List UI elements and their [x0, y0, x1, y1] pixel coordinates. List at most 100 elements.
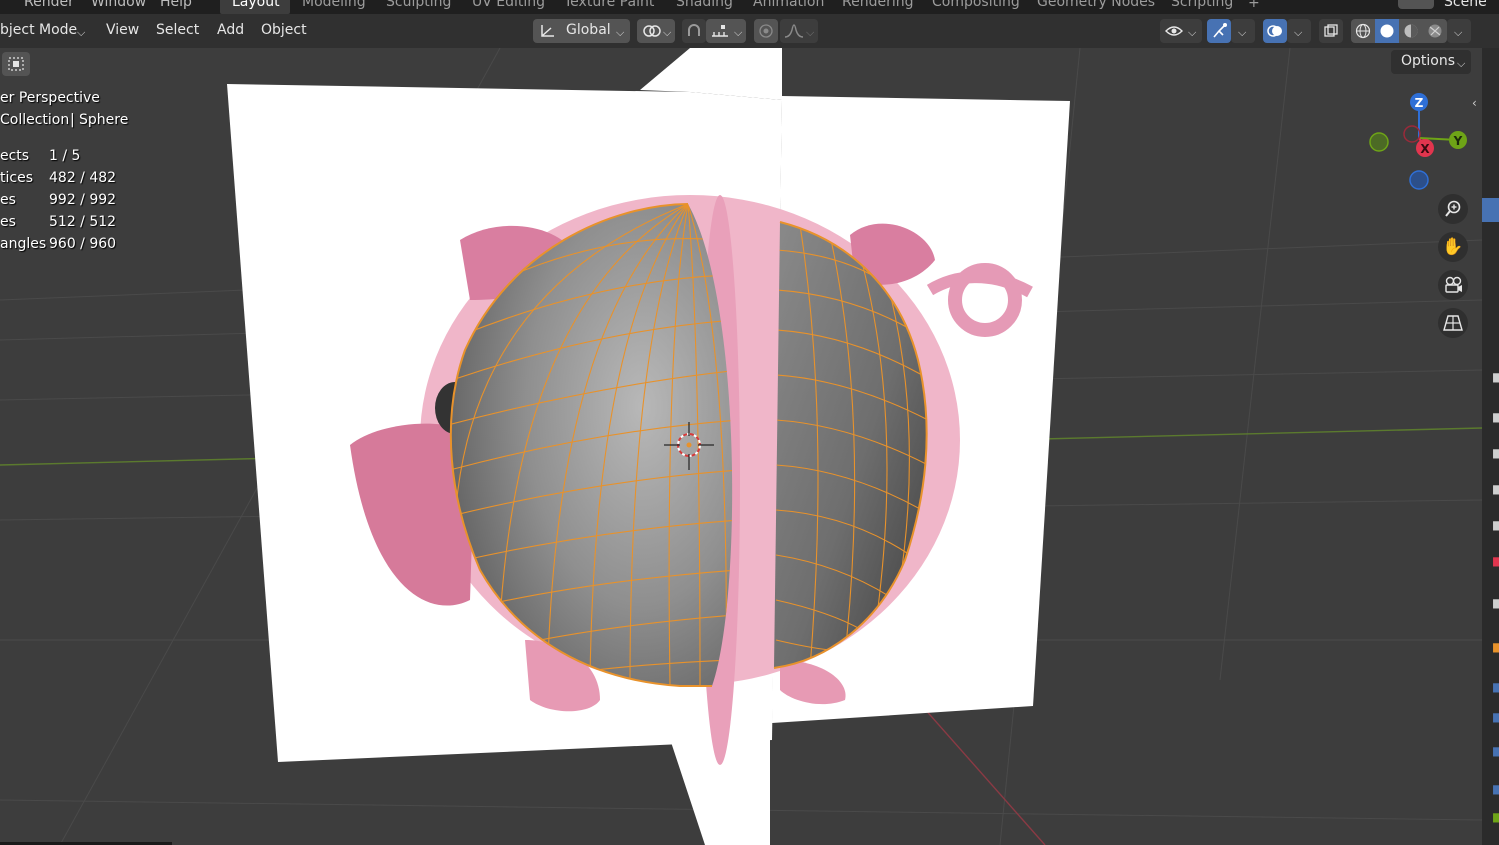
transform-orientation-dropdown[interactable]: Global ⌵ — [533, 19, 630, 43]
pivot-point-dropdown[interactable]: ⌵ — [637, 19, 675, 43]
tab-geometry-nodes[interactable]: Geometry Nodes — [1037, 0, 1155, 10]
tab-scripting[interactable]: Scripting — [1171, 0, 1233, 10]
camera-view-button[interactable] — [1438, 270, 1468, 300]
menu-window[interactable]: Window — [91, 0, 146, 10]
orientation-axes-icon — [541, 25, 554, 37]
chevron-down-icon: ⌵ — [77, 26, 86, 39]
snap-target-dropdown[interactable]: ⌵ — [706, 19, 746, 43]
stat-value: 960 / 960 — [49, 236, 117, 252]
snap-increment-icon — [712, 25, 728, 37]
output-icon[interactable]: ■ — [1492, 782, 1499, 796]
tab-rendering[interactable]: Rendering — [842, 0, 914, 10]
visibility-dropdown[interactable]: ⌵ — [1160, 19, 1202, 43]
snap-toggle-button[interactable] — [682, 19, 706, 43]
object-data-icon[interactable]: ■ — [1492, 410, 1499, 424]
shading-mode-group — [1351, 19, 1447, 43]
shading-dropdown[interactable]: ⌵ — [1447, 19, 1471, 43]
constraints-icon[interactable]: ■ — [1492, 554, 1499, 568]
wireframe-sphere-icon — [1355, 23, 1371, 39]
proportional-falloff-dropdown[interactable]: ⌵ — [780, 19, 818, 43]
falloff-curve-icon — [784, 24, 804, 38]
menu-view[interactable]: View — [106, 22, 139, 38]
tab-uv-editing[interactable]: UV Editing — [472, 0, 545, 10]
collection-label: Collection — [0, 112, 70, 128]
overlays-dropdown[interactable]: ⌵ — [1287, 19, 1311, 43]
select-box-tool-button[interactable] — [2, 52, 30, 76]
tab-compositing[interactable]: Compositing — [932, 0, 1020, 10]
z-axis-label: Z — [1415, 96, 1424, 110]
neg-x-axis-handle[interactable] — [1403, 125, 1421, 143]
menu-select[interactable]: Select — [156, 22, 199, 38]
zoom-icon — [1445, 200, 1461, 217]
modifier-icon[interactable]: ■ — [1492, 446, 1499, 460]
magnet-icon — [688, 24, 700, 36]
chevron-down-icon: ⌵ — [663, 26, 672, 39]
tab-shading[interactable]: Shading — [676, 0, 733, 10]
navigation-gizmo[interactable]: Z Y X — [1360, 88, 1470, 198]
x-axis-label: X — [1420, 142, 1430, 156]
zoom-button[interactable] — [1438, 194, 1468, 224]
active-property-tab[interactable] — [1482, 198, 1499, 222]
wireframe-shading-button[interactable] — [1351, 19, 1375, 43]
rendered-shading-button[interactable] — [1423, 19, 1447, 43]
show-gizmo-button[interactable] — [1207, 19, 1231, 43]
chevron-down-icon: ⌵ — [1188, 26, 1197, 39]
xray-icon — [1324, 24, 1338, 37]
tab-animation[interactable]: Animation — [753, 0, 824, 10]
stat-value: 1 / 5 — [49, 148, 81, 164]
tab-sculpting[interactable]: Sculpting — [386, 0, 451, 10]
gizmo-dropdown[interactable]: ⌵ — [1231, 19, 1255, 43]
texture-icon[interactable]: ■ — [1492, 680, 1499, 694]
material-sphere-icon — [1404, 24, 1418, 38]
scene-name[interactable]: Scene — [1444, 0, 1487, 10]
physics-icon[interactable]: ■ — [1492, 518, 1499, 532]
tab-layout[interactable]: Layout — [232, 0, 280, 10]
rendered-sphere-icon — [1428, 24, 1442, 38]
data-icon[interactable]: ■ — [1492, 596, 1499, 610]
options-dropdown[interactable]: Options ⌵ — [1391, 50, 1471, 74]
collection-separator: | — [70, 112, 75, 128]
chevron-down-icon: ⌵ — [1457, 57, 1466, 70]
chevron-down-icon: ⌵ — [734, 26, 743, 39]
world-icon[interactable]: ■ — [1492, 710, 1499, 724]
menu-help[interactable]: Help — [160, 0, 192, 10]
workspace-tab-bar: Render Render Window Help Layout Modelin… — [0, 0, 1499, 14]
chevron-down-icon: ⌵ — [806, 26, 815, 39]
proportional-editing-button[interactable] — [754, 19, 778, 43]
material-icon[interactable]: ■ — [1492, 640, 1499, 654]
stat-label: ects — [0, 148, 30, 164]
options-label: Options — [1401, 53, 1456, 69]
wrench-icon[interactable]: ■ — [1492, 370, 1499, 384]
particles-icon[interactable]: ■ — [1492, 482, 1499, 496]
solid-shading-button[interactable] — [1375, 19, 1399, 43]
menu-object[interactable]: Object — [261, 22, 307, 38]
material-preview-button[interactable] — [1399, 19, 1423, 43]
gizmo-icon — [1213, 23, 1227, 38]
scene-icon[interactable]: ■ — [1492, 744, 1499, 758]
grid-perspective-icon — [1443, 315, 1463, 331]
hand-icon: ✋ — [1442, 237, 1464, 257]
eye-icon — [1165, 26, 1183, 36]
properties-editor-strip: ■ ■ ■ ■ ■ ■ ■ ■ ■ ■ ■ ■ ■ — [1482, 48, 1499, 845]
neg-y-axis-handle[interactable] — [1369, 132, 1389, 152]
3d-viewport[interactable] — [0, 48, 1482, 845]
sidebar-toggle-chevron-icon[interactable]: ‹ — [1472, 96, 1477, 110]
render-icon[interactable]: ■ — [1492, 810, 1499, 824]
add-workspace-button[interactable]: + — [1248, 0, 1260, 11]
mode-selector[interactable]: bject Mode — [0, 22, 77, 38]
xray-toggle-button[interactable] — [1319, 19, 1343, 43]
scene-selector-icon[interactable] — [1398, 0, 1434, 9]
show-overlays-button[interactable] — [1263, 19, 1287, 43]
camera-icon — [1445, 276, 1462, 293]
pan-button[interactable]: ✋ — [1438, 232, 1468, 262]
stat-value: 512 / 512 — [49, 214, 117, 230]
tab-modeling[interactable]: Modeling — [302, 0, 366, 10]
tab-texture-paint[interactable]: Texture Paint — [564, 0, 654, 10]
perspective-toggle-button[interactable] — [1438, 308, 1468, 338]
overlays-icon — [1267, 25, 1282, 37]
stat-label: es — [0, 192, 16, 208]
chevron-down-icon: ⌵ — [1294, 26, 1303, 39]
menu-render-label[interactable]: Render — [24, 0, 74, 10]
menu-add[interactable]: Add — [217, 22, 244, 38]
neg-z-axis-handle[interactable] — [1409, 170, 1429, 190]
